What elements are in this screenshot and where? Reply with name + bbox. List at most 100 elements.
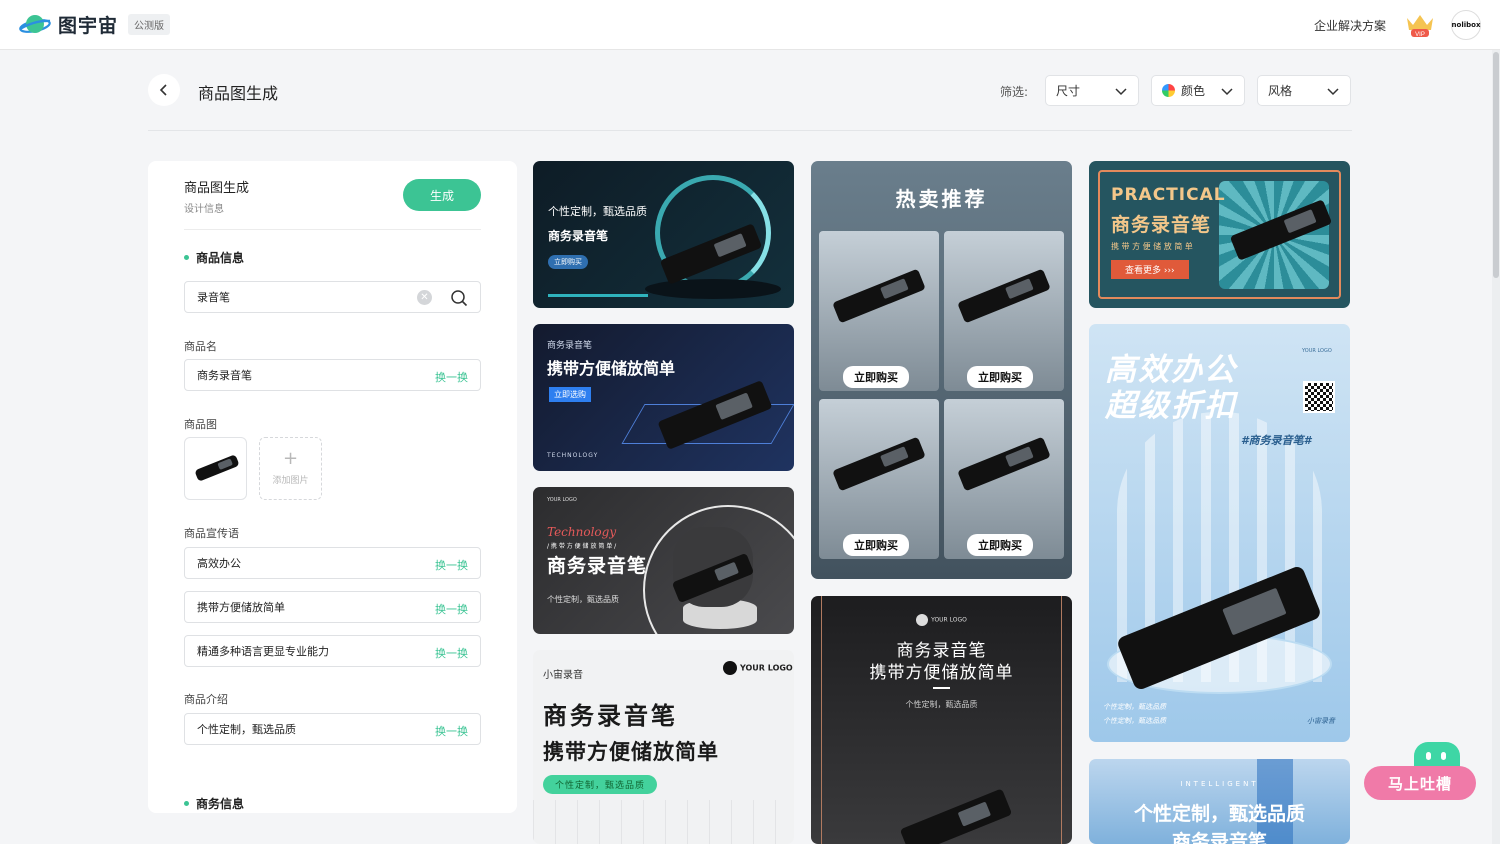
result-card-8[interactable]: 高效办公 超级折扣 YOUR LOGO #商务录音笔# 个性定制，甄选品质 个性… (1089, 324, 1350, 742)
card8-bottom1: 个性定制，甄选品质 (1103, 703, 1166, 711)
filter-color-label: 颜色 (1181, 84, 1206, 98)
filter-size-dropdown[interactable]: 尺寸 (1045, 75, 1139, 106)
result-card-7[interactable]: PRACTICAL 商务录音笔 携 带 方 便 储 放 简 单 查看更多 ››› (1089, 161, 1350, 308)
clear-icon[interactable]: ✕ (417, 290, 432, 305)
slogan-input-1[interactable]: 高效办公 换一换 (184, 547, 481, 579)
slogan-value: 精通多种语言更显专业能力 (197, 645, 329, 658)
swap-intro-button[interactable]: 换一换 (435, 723, 468, 739)
card5-buy-4: 立即购买 (967, 534, 1033, 556)
chevron-down-icon (1221, 88, 1233, 96)
card3-tag: / 携 带 方 便 储 放 简 单 / (547, 543, 617, 550)
result-card-9[interactable]: INTELLIGENT 个性定制，甄选品质 商务录音笔 (1089, 759, 1350, 844)
card4-logo: YOUR LOGO (723, 661, 793, 675)
card3-script: Technology (547, 525, 617, 539)
card4-big2: 携带方便储放简单 (543, 740, 719, 764)
result-card-6[interactable]: YOUR LOGO 商务录音笔 携带方便储放简单 个性定制，甄选品质 (811, 596, 1072, 844)
card1-button: 立即购买 (548, 255, 588, 269)
design-info-panel: 商品图生成 设计信息 生成 商品信息 录音笔 ✕ 商品名 商务录音笔 换一换 商… (148, 161, 517, 813)
slogan-label: 商品宣传语 (184, 527, 239, 540)
card3-sub: 个性定制，甄选品质 (547, 595, 619, 604)
card7-big: 商务录音笔 (1111, 214, 1212, 236)
app-name: 图宇宙 (58, 15, 119, 37)
page-scrollbar-thumb[interactable] (1493, 52, 1499, 278)
swap-slogan-button[interactable]: 换一换 (435, 601, 468, 617)
card5-buy-3: 立即购买 (843, 534, 909, 556)
feedback-button[interactable]: 马上吐槽 (1364, 766, 1476, 800)
card4-small: 小宙录音 (543, 670, 583, 681)
result-card-5[interactable]: 热卖推荐 立即购买 立即购买 立即购买 立即购买 (811, 161, 1072, 579)
section-business-label: 商务信息 (196, 797, 245, 811)
vip-crown-icon[interactable]: VIP (1404, 12, 1436, 38)
slogan-value: 携带方便储放简单 (197, 601, 285, 614)
card8-tag: #商务录音笔# (1241, 434, 1312, 447)
product-name-input[interactable]: 商务录音笔 换一换 (184, 359, 481, 391)
card7-en: PRACTICAL (1111, 185, 1226, 205)
panel-subtitle: 设计信息 (184, 204, 224, 215)
card2-footer: TECHNOLOGY (547, 452, 599, 459)
app-logo[interactable]: 图宇宙 公测版 (18, 11, 171, 38)
enterprise-solutions-link[interactable]: 企业解决方案 (1314, 17, 1386, 34)
card1-line1: 个性定制，甄选品质 (548, 205, 647, 218)
user-avatar[interactable]: nolibox (1451, 10, 1481, 40)
card8-brand: 小宙录音 (1307, 717, 1335, 725)
slogan-input-3[interactable]: 精通多种语言更显专业能力 换一换 (184, 635, 481, 667)
intro-label: 商品介绍 (184, 693, 228, 706)
card2-small: 商务录音笔 (547, 341, 593, 351)
card7-sub: 携 带 方 便 储 放 简 单 (1111, 242, 1193, 251)
header-divider (148, 130, 1352, 131)
section-product-info: 商品信息 (184, 249, 244, 266)
card2-button: 立即选购 (549, 387, 591, 402)
card2-big: 携带方便储放简单 (547, 359, 676, 378)
card9-en: INTELLIGENT (1180, 780, 1259, 788)
section-product-label: 商品信息 (196, 251, 245, 265)
page-title: 商品图生成 (198, 84, 279, 103)
product-image-label: 商品图 (184, 418, 217, 431)
card5-buy-1: 立即购买 (843, 366, 909, 388)
intro-input[interactable]: 个性定制，甄选品质 换一换 (184, 713, 481, 745)
product-image-thumbnail[interactable] (184, 437, 247, 500)
filter-label: 筛选: (1000, 85, 1029, 99)
result-card-3[interactable]: YOUR LOGO Technology / 携 带 方 便 储 放 简 单 /… (533, 487, 794, 634)
chevron-left-icon (159, 84, 167, 96)
plus-icon: + (282, 448, 299, 469)
product-name-label: 商品名 (184, 340, 217, 353)
generate-button[interactable]: 生成 (403, 179, 481, 211)
logo-circle-icon (916, 614, 929, 626)
add-image-label: 添加图片 (272, 476, 309, 486)
card8-big2: 超级折扣 (1105, 388, 1237, 424)
search-icon[interactable] (450, 289, 468, 307)
planet-logo-icon (18, 12, 52, 38)
card8-bottom2: 个性定制，甄选品质 (1103, 717, 1166, 725)
card4-logo-text: YOUR LOGO (740, 663, 793, 673)
product-name-value: 商务录音笔 (197, 369, 252, 382)
section-business-info: 商务信息 (184, 795, 244, 812)
result-card-4[interactable]: 小宙录音 YOUR LOGO 商务录音笔 携带方便储放简单 个性定制，甄选品质 (533, 650, 794, 844)
card7-button: 查看更多 ››› (1111, 260, 1189, 279)
card3-logo: YOUR LOGO (547, 497, 577, 503)
section-dot-icon (184, 801, 189, 806)
back-button[interactable] (148, 74, 180, 106)
card1-line2: 商务录音笔 (548, 229, 609, 243)
card4-pill: 个性定制，甄选品质 (543, 775, 658, 794)
qr-code-icon (1303, 381, 1335, 413)
swap-name-button[interactable]: 换一换 (435, 369, 468, 385)
result-card-1[interactable]: 个性定制，甄选品质 商务录音笔 立即购买 (533, 161, 794, 308)
slogan-input-2[interactable]: 携带方便储放简单 换一换 (184, 591, 481, 623)
panel-title: 商品图生成 (184, 181, 250, 196)
card9-big: 个性定制，甄选品质 (1133, 803, 1305, 825)
filter-color-dropdown[interactable]: 颜色 (1151, 75, 1245, 106)
product-search-input[interactable]: 录音笔 ✕ (184, 281, 481, 313)
svg-text:VIP: VIP (1415, 32, 1425, 38)
swap-slogan-button[interactable]: 换一换 (435, 645, 468, 661)
add-image-button[interactable]: + 添加图片 (259, 437, 322, 500)
card9-big2: 商务录音笔 (1171, 831, 1267, 844)
feedback-label: 马上吐槽 (1387, 774, 1452, 793)
card6-logo: YOUR LOGO (811, 614, 1072, 626)
feedback-widget[interactable]: 马上吐槽 (1364, 742, 1476, 802)
search-value: 录音笔 (197, 291, 230, 304)
swap-slogan-button[interactable]: 换一换 (435, 557, 468, 573)
result-card-2[interactable]: 商务录音笔 携带方便储放简单 立即选购 TECHNOLOGY (533, 324, 794, 471)
panel-divider (184, 229, 481, 230)
filter-style-dropdown[interactable]: 风格 (1257, 75, 1351, 106)
section-dot-icon (184, 255, 189, 260)
